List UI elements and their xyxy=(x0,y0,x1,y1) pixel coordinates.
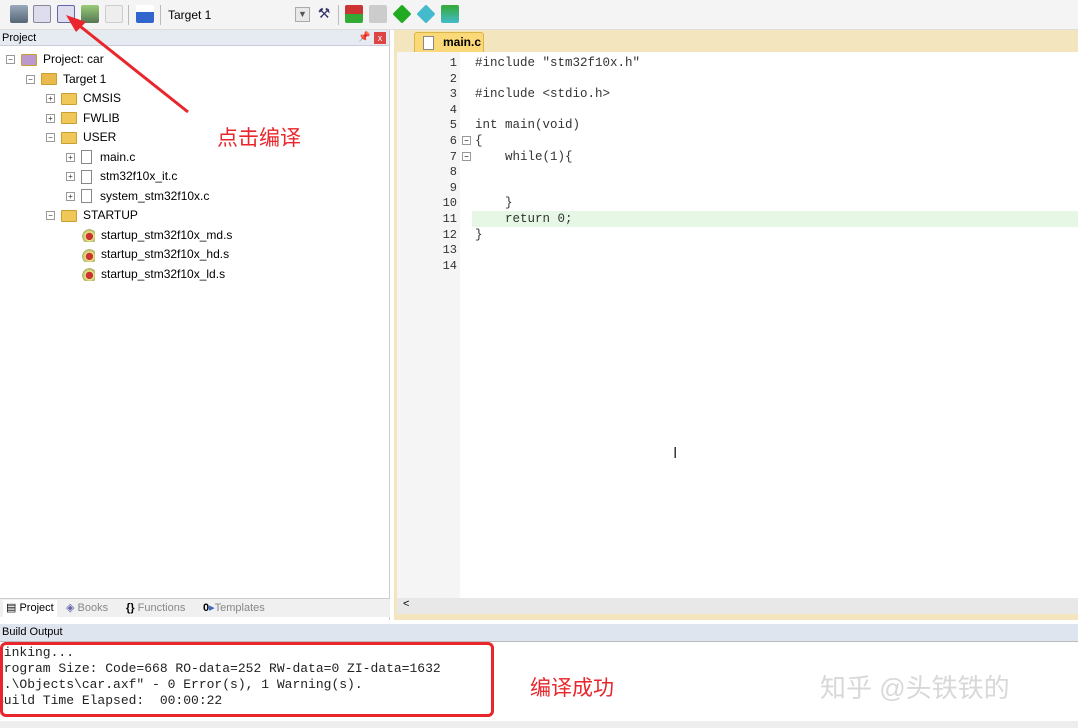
pack-installer-icon[interactable] xyxy=(392,4,412,24)
annotation-box xyxy=(0,642,494,717)
tab-label: Project xyxy=(19,602,54,614)
line-number: 11 xyxy=(442,212,457,226)
tree-item-label: STARTUP xyxy=(83,208,138,222)
manage-components-icon[interactable] xyxy=(345,5,363,23)
folder-icon xyxy=(61,131,77,144)
code-area[interactable]: 1 2 3 4 5 6 7 8 9 10 11 12 13 14 #include "stm32f10x.… xyxy=(397,52,1078,598)
text-cursor-icon: I xyxy=(673,445,678,462)
line-number: 4 xyxy=(449,102,457,117)
pin-icon[interactable]: 📌 xyxy=(358,30,370,46)
target-options-icon[interactable]: ⚒ xyxy=(315,5,333,23)
tab-label: Templates xyxy=(214,602,265,614)
tree-item-label: system_stm32f10x.c xyxy=(100,188,210,203)
tree-item[interactable]: startup_stm32f10x_md.s xyxy=(66,226,232,245)
tree-item[interactable]: − USER xyxy=(46,128,116,147)
fold-icon[interactable]: − xyxy=(462,136,471,145)
asm-file-icon xyxy=(81,247,95,262)
line-number: 6 xyxy=(449,134,457,148)
tab-label: Functions xyxy=(137,602,186,614)
tree-item-label: startup_stm32f10x_ld.s xyxy=(101,266,226,281)
runtime-env-icon[interactable] xyxy=(441,5,459,23)
tab-functions[interactable]: {} Functions xyxy=(126,600,185,617)
file-icon xyxy=(81,169,92,184)
file-icon xyxy=(81,189,92,204)
tab-label: Books xyxy=(77,602,109,614)
tree-item-label: main.c xyxy=(100,149,136,164)
tab-books[interactable]: ◈ Books xyxy=(66,600,108,617)
books-icon: ◈ xyxy=(66,602,75,614)
annotation-compile-success: 编译成功 xyxy=(530,677,614,700)
expand-icon[interactable]: + xyxy=(66,191,75,201)
line-number: 10 xyxy=(442,196,457,211)
line-number: 7 xyxy=(449,149,457,164)
annotation-arrow xyxy=(66,15,189,114)
code-line: while(1){ xyxy=(475,149,573,164)
close-icon[interactable]: x xyxy=(374,32,386,44)
line-number: 3 xyxy=(449,87,457,102)
line-number: 8 xyxy=(449,165,457,180)
folder-icon xyxy=(61,209,77,222)
expand-icon[interactable]: − xyxy=(46,133,55,143)
asm-file-icon xyxy=(81,228,95,243)
build-output-header: Build Output xyxy=(0,624,1078,641)
fold-icon[interactable]: − xyxy=(462,151,471,161)
tab-main-c[interactable]: main.c xyxy=(414,32,484,52)
line-number: 12 xyxy=(442,227,457,242)
line-number: 2 xyxy=(449,71,457,86)
tree-item-label: startup_stm32f10x_hd.s xyxy=(101,247,230,261)
build-output-title: Build Output xyxy=(2,626,63,638)
line-number: 14 xyxy=(442,258,457,273)
tab-project[interactable]: ▤ Project xyxy=(3,600,57,617)
expand-icon[interactable]: + xyxy=(66,152,75,162)
watermark: 知乎 @头铁铁的 xyxy=(820,673,1010,703)
code-line: #include <stdio.h> xyxy=(475,87,611,102)
tree-item[interactable]: − STARTUP xyxy=(46,206,138,225)
line-number: 5 xyxy=(449,118,457,133)
chevron-down-icon[interactable]: ▼ xyxy=(295,7,310,22)
file-icon xyxy=(423,36,434,50)
code-line: int main(void) xyxy=(475,118,581,133)
output-scrollbar[interactable] xyxy=(0,721,1078,728)
line-number: 9 xyxy=(449,180,457,195)
panel-tabs: ▤ Project ◈ Books {} Functions 0▸Templat… xyxy=(0,598,390,617)
editor: main.c 1 2 3 4 5 6 7 8 9 10 11 12 13 14 #include "stm… xyxy=(394,30,1078,620)
tree-item-label: USER xyxy=(83,130,117,144)
code-line: } xyxy=(475,196,513,211)
tab-label: main.c xyxy=(443,35,482,49)
tree-item-label: startup_stm32f10x_md.s xyxy=(101,227,233,242)
code-line: return 0; xyxy=(475,212,573,226)
tab-templates[interactable]: 0▸Templates xyxy=(203,600,265,617)
tree-item[interactable]: + main.c xyxy=(66,148,135,167)
asm-file-icon xyxy=(81,267,95,282)
line-number: 1 xyxy=(449,56,457,70)
code-line: #include "stm32f10x.h" xyxy=(475,56,641,70)
select-packs-icon[interactable] xyxy=(369,5,387,23)
tree-item[interactable]: + stm32f10x_it.c xyxy=(66,167,177,186)
line-number: 13 xyxy=(442,243,457,258)
scroll-left-icon[interactable]: < xyxy=(403,598,409,610)
code-line: { xyxy=(475,134,483,148)
line-number-gutter: 1 2 3 4 5 6 7 8 9 10 11 12 13 14 xyxy=(397,52,460,598)
file-icon xyxy=(81,150,92,165)
code-line: } xyxy=(475,227,483,242)
horizontal-scrollbar[interactable]: < xyxy=(397,598,1078,614)
tree-item[interactable]: startup_stm32f10x_ld.s xyxy=(66,265,225,284)
tree-item[interactable]: startup_stm32f10x_hd.s xyxy=(66,245,229,264)
tree-item-label: stm32f10x_it.c xyxy=(100,169,178,183)
expand-icon[interactable]: + xyxy=(66,172,75,182)
tree-item[interactable]: + system_stm32f10x.c xyxy=(66,187,209,206)
annotation-click-compile: 点击编译 xyxy=(217,127,301,150)
expand-icon[interactable]: − xyxy=(46,211,55,221)
event-icon[interactable] xyxy=(416,4,436,24)
